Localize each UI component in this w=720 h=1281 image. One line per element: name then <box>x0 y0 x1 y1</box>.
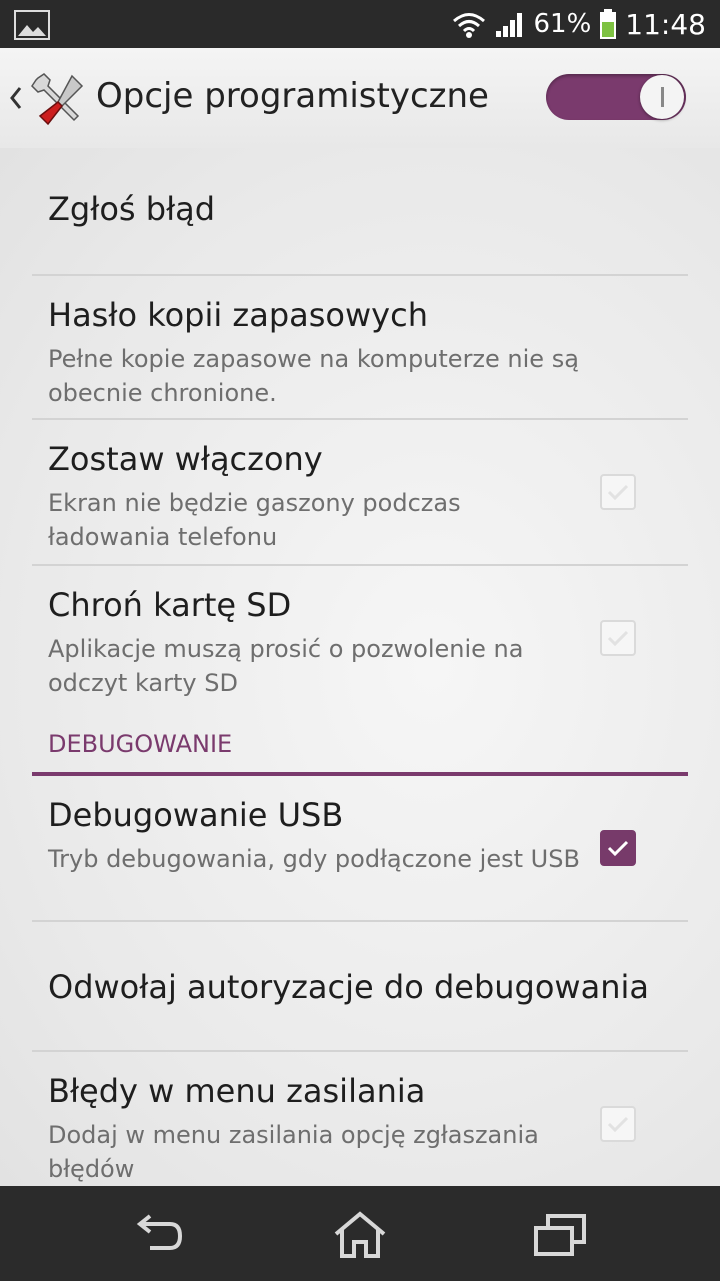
protect-sd-checkbox[interactable] <box>600 620 636 656</box>
status-icons: 61% 11:48 <box>452 0 706 48</box>
pref-usb-debugging[interactable]: Debugowanie USB Tryb debugowania, gdy po… <box>32 776 688 922</box>
pref-summary: Pełne kopie zapasowe na komputerze nie s… <box>48 345 579 407</box>
toggle-knob <box>640 75 684 119</box>
pref-protect-sd[interactable]: Chroń kartę SD Aplikacje muszą prosić o … <box>32 566 688 718</box>
wifi-icon <box>452 13 485 38</box>
check-icon <box>607 630 629 647</box>
check-icon <box>607 484 629 501</box>
pref-title: Chroń kartę SD <box>48 586 292 624</box>
pref-summary: Dodaj w menu zasilania opcję zgłaszania … <box>48 1121 539 1183</box>
pref-title: Debugowanie USB <box>48 796 344 834</box>
pref-summary: Aplikacje muszą prosić o pozwolenie na o… <box>48 635 524 697</box>
pref-title: Zgłoś błąd <box>48 190 216 228</box>
battery-percent: 61% <box>533 9 592 39</box>
settings-list: Zgłoś błąd Hasło kopii zapasowych Pełne … <box>0 148 720 1186</box>
pref-title: Odwołaj autoryzacje do debugowania <box>48 968 649 1006</box>
check-icon <box>607 1116 629 1133</box>
pref-title: Hasło kopii zapasowych <box>48 296 428 334</box>
page-title: Opcje programistyczne <box>96 76 489 116</box>
developer-tools-icon[interactable] <box>28 70 88 130</box>
usb-debugging-checkbox[interactable] <box>600 830 636 866</box>
pref-title: Błędy w menu zasilania <box>48 1072 426 1110</box>
clock: 11:48 <box>625 7 706 41</box>
check-icon <box>607 840 629 857</box>
pref-backup-password[interactable]: Hasło kopii zapasowych Pełne kopie zapas… <box>32 276 688 420</box>
pref-summary: Ekran nie będzie gaszony podczas ładowan… <box>48 489 461 551</box>
pref-summary: Tryb debugowania, gdy podłączone jest US… <box>48 845 580 873</box>
pref-stay-awake[interactable]: Zostaw włączony Ekran nie będzie gaszony… <box>32 420 688 566</box>
stay-awake-checkbox[interactable] <box>600 474 636 510</box>
signal-icon <box>495 13 522 37</box>
section-header-debugging: DEBUGOWANIE <box>32 724 688 776</box>
battery-icon <box>600 9 617 39</box>
power-menu-bug-reports-checkbox[interactable] <box>600 1106 636 1142</box>
pref-bug-report[interactable]: Zgłoś błąd <box>32 148 688 276</box>
pref-title: Zostaw włączony <box>48 440 323 478</box>
back-icon[interactable] <box>130 1210 190 1260</box>
home-icon[interactable] <box>330 1210 390 1260</box>
pref-revoke-debug-auth[interactable]: Odwołaj autoryzacje do debugowania <box>32 922 688 1052</box>
action-bar: Opcje programistyczne <box>0 48 720 149</box>
status-bar: 61% 11:48 <box>0 0 720 48</box>
up-chevron-icon[interactable] <box>6 82 24 114</box>
navigation-bar <box>0 1186 720 1281</box>
pref-power-menu-bug-reports[interactable]: Błędy w menu zasilania Dodaj w menu zasi… <box>32 1052 688 1186</box>
image-notification-icon <box>14 10 50 40</box>
section-header-label: DEBUGOWANIE <box>48 730 233 758</box>
recent-apps-icon[interactable] <box>530 1210 590 1260</box>
developer-options-toggle[interactable] <box>546 74 686 120</box>
